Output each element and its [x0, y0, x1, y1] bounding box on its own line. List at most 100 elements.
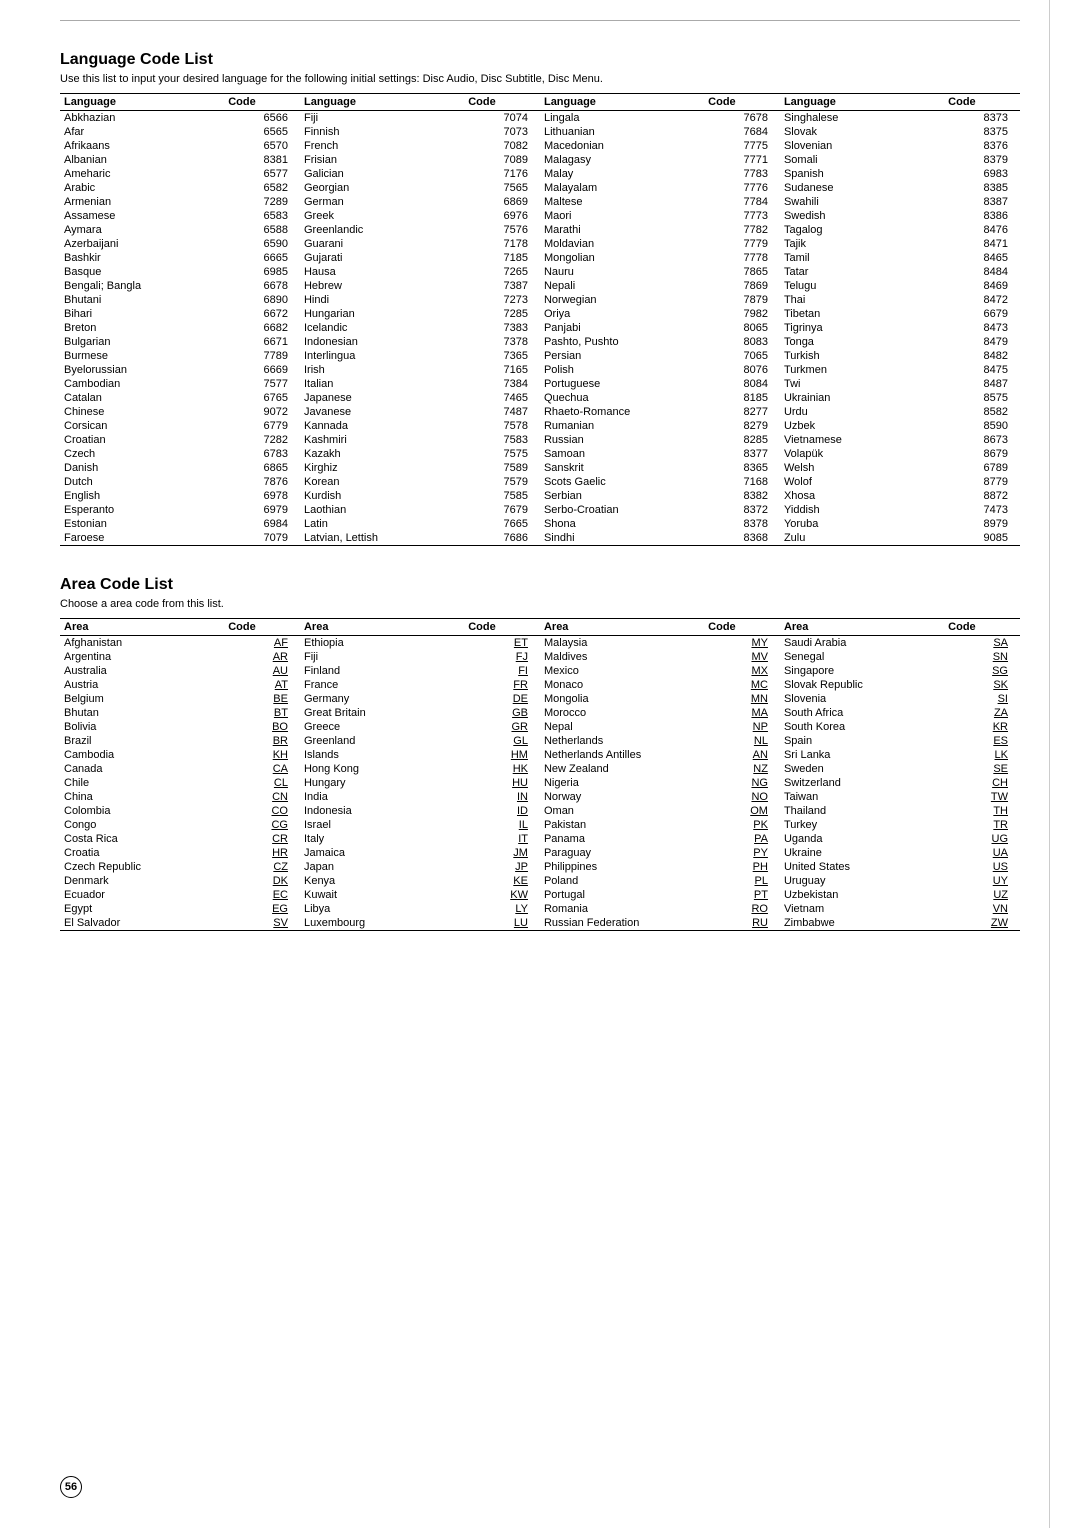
area-cell-8-5: AN: [704, 748, 780, 762]
lang-row-8: Aymara6588Greenlandic7576Marathi7782Taga…: [60, 223, 1020, 237]
lang-cell-22-1: 6779: [224, 419, 300, 433]
area-cell-15-5: PY: [704, 846, 780, 860]
lang-cell-9-1: 6590: [224, 237, 300, 251]
lang-cell-8-6: Tagalog: [780, 223, 944, 237]
area-cell-6-2: Greece: [300, 720, 464, 734]
lang-cell-29-3: 7665: [464, 517, 540, 531]
lang-cell-9-4: Moldavian: [540, 237, 704, 251]
lang-cell-15-2: Icelandic: [300, 321, 464, 335]
lang-cell-24-0: Czech: [60, 447, 224, 461]
area-cell-18-5: PT: [704, 888, 780, 902]
lang-cell-16-6: Tonga: [780, 335, 944, 349]
area-cell-2-4: Mexico: [540, 664, 704, 678]
area-cell-1-0: Argentina: [60, 650, 224, 664]
area-cell-16-7: US: [944, 860, 1020, 874]
lang-cell-13-6: Thai: [780, 293, 944, 307]
lang-cell-27-1: 6978: [224, 489, 300, 503]
lang-cell-11-2: Hausa: [300, 265, 464, 279]
area-cell-17-5: PL: [704, 874, 780, 888]
lang-cell-27-3: 7585: [464, 489, 540, 503]
area-row-7: BrazilBRGreenlandGLNetherlandsNLSpainES: [60, 734, 1020, 748]
lang-cell-25-7: 6789: [944, 461, 1020, 475]
lang-cell-18-0: Byelorussian: [60, 363, 224, 377]
lang-cell-9-3: 7178: [464, 237, 540, 251]
lang-cell-20-2: Japanese: [300, 391, 464, 405]
area-cell-14-2: Italy: [300, 832, 464, 846]
area-cell-2-0: Australia: [60, 664, 224, 678]
lang-cell-10-3: 7185: [464, 251, 540, 265]
lang-row-11: Basque6985Hausa7265Nauru7865Tatar8484: [60, 265, 1020, 279]
lang-cell-15-1: 6682: [224, 321, 300, 335]
area-cell-2-3: FI: [464, 664, 540, 678]
lang-row-28: Esperanto6979Laothian7679Serbo-Croatian8…: [60, 503, 1020, 517]
lang-cell-19-1: 7577: [224, 377, 300, 391]
lang-cell-14-4: Oriya: [540, 307, 704, 321]
lang-cell-30-2: Latvian, Lettish: [300, 531, 464, 545]
lang-cell-7-7: 8386: [944, 209, 1020, 223]
area-cell-20-7: ZW: [944, 916, 1020, 930]
area-cell-7-2: Greenland: [300, 734, 464, 748]
area-cell-1-4: Maldives: [540, 650, 704, 664]
lang-cell-2-5: 7775: [704, 139, 780, 153]
lang-cell-26-2: Korean: [300, 475, 464, 489]
area-cell-15-2: Jamaica: [300, 846, 464, 860]
lang-cell-13-7: 8472: [944, 293, 1020, 307]
lang-cell-30-7: 9085: [944, 531, 1020, 545]
area-cell-16-6: United States: [780, 860, 944, 874]
lang-cell-10-2: Gujarati: [300, 251, 464, 265]
lang-row-13: Bhutani6890Hindi7273Norwegian7879Thai847…: [60, 293, 1020, 307]
area-cell-8-3: HM: [464, 748, 540, 762]
area-cell-19-6: Vietnam: [780, 902, 944, 916]
area-cell-4-4: Mongolia: [540, 692, 704, 706]
lang-cell-9-5: 7779: [704, 237, 780, 251]
area-cell-3-2: France: [300, 678, 464, 692]
area-cell-3-0: Austria: [60, 678, 224, 692]
lang-row-25: Danish6865Kirghiz7589Sanskrit8365Welsh67…: [60, 461, 1020, 475]
lang-cell-22-0: Corsican: [60, 419, 224, 433]
lang-row-2: Afrikaans6570French7082Macedonian7775Slo…: [60, 139, 1020, 153]
lang-cell-21-2: Javanese: [300, 405, 464, 419]
lang-cell-13-0: Bhutani: [60, 293, 224, 307]
area-cell-5-1: BT: [224, 706, 300, 720]
lang-cell-21-0: Chinese: [60, 405, 224, 419]
lang-row-1: Afar6565Finnish7073Lithuanian7684Slovak8…: [60, 125, 1020, 139]
lang-cell-8-5: 7782: [704, 223, 780, 237]
lang-cell-21-4: Rhaeto-Romance: [540, 405, 704, 419]
lang-cell-6-5: 7784: [704, 195, 780, 209]
area-row-5: BhutanBTGreat BritainGBMoroccoMASouth Af…: [60, 706, 1020, 720]
area-cell-2-1: AU: [224, 664, 300, 678]
area-section: Area Code List Choose a area code from t…: [60, 576, 1020, 931]
lang-cell-18-2: Irish: [300, 363, 464, 377]
lang-row-7: Assamese6583Greek6976Maori7773Swedish838…: [60, 209, 1020, 223]
language-section-desc: Use this list to input your desired lang…: [60, 73, 1020, 85]
area-cell-18-7: UZ: [944, 888, 1020, 902]
area-cell-14-4: Panama: [540, 832, 704, 846]
lang-cell-10-4: Mongolian: [540, 251, 704, 265]
area-cell-2-2: Finland: [300, 664, 464, 678]
page-number: 56: [60, 1476, 82, 1498]
area-cell-9-1: CA: [224, 762, 300, 776]
lang-cell-19-2: Italian: [300, 377, 464, 391]
lang-cell-10-1: 6665: [224, 251, 300, 265]
area-cell-0-2: Ethiopia: [300, 636, 464, 651]
lang-cell-14-7: 6679: [944, 307, 1020, 321]
area-row-0: AfghanistanAFEthiopiaETMalaysiaMYSaudi A…: [60, 636, 1020, 651]
area-row-20: El SalvadorSVLuxembourgLURussian Federat…: [60, 916, 1020, 930]
lang-cell-0-0: Abkhazian: [60, 111, 224, 126]
lang-cell-22-2: Kannada: [300, 419, 464, 433]
area-cell-10-2: Hungary: [300, 776, 464, 790]
lang-cell-18-5: 8076: [704, 363, 780, 377]
area-cell-3-3: FR: [464, 678, 540, 692]
lang-cell-1-3: 7073: [464, 125, 540, 139]
lang-cell-4-4: Malay: [540, 167, 704, 181]
area-cell-20-0: El Salvador: [60, 916, 224, 930]
lang-cell-28-0: Esperanto: [60, 503, 224, 517]
area-cell-11-3: IN: [464, 790, 540, 804]
area-cell-10-7: CH: [944, 776, 1020, 790]
area-cell-8-2: Islands: [300, 748, 464, 762]
lang-row-26: Dutch7876Korean7579Scots Gaelic7168Wolof…: [60, 475, 1020, 489]
lang-cell-4-3: 7176: [464, 167, 540, 181]
lang-cell-21-7: 8582: [944, 405, 1020, 419]
area-cell-13-2: Israel: [300, 818, 464, 832]
area-cell-0-5: MY: [704, 636, 780, 651]
